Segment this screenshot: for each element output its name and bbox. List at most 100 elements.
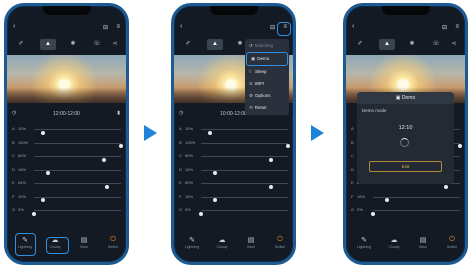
edit-icon[interactable]: ✐	[180, 39, 196, 50]
save-icon[interactable]: ⊟	[103, 24, 108, 31]
menu-item-sleep[interactable]: ☾ Sleep	[245, 66, 289, 78]
slider-knob[interactable]	[40, 198, 45, 202]
channel-row[interactable]: B 100%	[179, 139, 290, 148]
channel-row[interactable]: F 16%	[179, 193, 288, 202]
slider-knob[interactable]	[40, 130, 45, 135]
channel-slider[interactable]	[201, 129, 288, 135]
tab-lightning[interactable]: ✎ Lightning	[182, 236, 202, 256]
person-icon[interactable]: ▲	[207, 39, 223, 50]
phone-icon[interactable]: ☏	[89, 39, 105, 50]
tab-power[interactable]: ⏻ Switch	[103, 236, 123, 256]
channel-row[interactable]: F 10%	[12, 193, 121, 202]
slider-knob[interactable]	[199, 211, 203, 216]
back-icon[interactable]: ‹	[13, 23, 15, 30]
tab-power[interactable]: ⏻ Switch	[270, 236, 290, 256]
channel-row[interactable]: A 10%	[12, 125, 121, 135]
slider-knob[interactable]	[371, 211, 375, 216]
channel-slider[interactable]	[201, 142, 290, 148]
slider-knob[interactable]	[32, 211, 36, 216]
tab-save[interactable]: ▤ Save	[74, 236, 94, 256]
slider-knob[interactable]	[268, 157, 273, 162]
sun-icon[interactable]: ✺	[404, 39, 420, 50]
save-icon: ▤	[419, 237, 427, 244]
tab-cloud[interactable]: ☁ Cloudy	[384, 236, 404, 256]
channel-row[interactable]: G 0%	[179, 206, 288, 216]
trash-icon[interactable]: ▮	[117, 110, 120, 116]
channel-slider[interactable]	[201, 156, 288, 162]
channel-row[interactable]: E84%	[12, 179, 121, 189]
channel-slider[interactable]	[201, 196, 288, 202]
channel-label: C	[179, 153, 182, 158]
slider-knob[interactable]	[212, 198, 217, 202]
menu-icon[interactable]: ≡	[116, 24, 120, 30]
menu-item-label: Options	[255, 93, 271, 98]
channel-row[interactable]: G 0%	[12, 206, 121, 216]
sun-icon[interactable]: ✺	[65, 39, 81, 50]
slider-knob[interactable]	[101, 157, 106, 162]
channel-slider[interactable]	[32, 210, 121, 216]
slider-knob[interactable]	[45, 171, 50, 175]
back-icon[interactable]: ‹	[180, 23, 182, 30]
channel-row[interactable]: B 100%	[12, 139, 123, 148]
tab-save[interactable]: ▤ Save	[413, 236, 433, 256]
channel-slider[interactable]	[34, 196, 121, 202]
edit-icon[interactable]: ✐	[352, 39, 368, 50]
phone-icon[interactable]: ☏	[428, 39, 444, 50]
save-icon[interactable]: ⊟	[270, 24, 275, 31]
menu-item-reset[interactable]: ⟲ Reset	[245, 102, 289, 114]
menu-item-options[interactable]: ⚙ Options	[245, 90, 289, 102]
cloud-icon: ☁	[218, 237, 226, 244]
channel-row[interactable]: D 16%	[179, 166, 288, 175]
channel-row[interactable]: C 80%	[12, 152, 121, 162]
channel-slider[interactable]	[201, 183, 288, 189]
channel-slider[interactable]	[34, 169, 121, 175]
slider-knob[interactable]	[268, 184, 273, 189]
channel-row[interactable]: A 10%	[179, 125, 288, 135]
time-range[interactable]: 12:00-12:00	[11, 111, 122, 117]
tab-save[interactable]: ▤ Save	[241, 236, 261, 256]
slider-knob[interactable]	[384, 198, 389, 202]
tab-power[interactable]: ⏻ Switch	[442, 236, 462, 256]
dialog-time: 12:10	[398, 125, 413, 131]
channel-row[interactable]: D 16%	[12, 166, 121, 175]
back-icon[interactable]: ‹	[352, 23, 354, 30]
person-icon[interactable]: ▲	[40, 39, 56, 50]
save-icon[interactable]: ⊟	[442, 24, 447, 31]
channel-slider[interactable]	[34, 129, 121, 135]
channel-slider[interactable]	[201, 169, 288, 175]
slider-knob[interactable]	[119, 144, 123, 148]
slider-knob[interactable]	[207, 130, 212, 135]
channel-slider[interactable]	[373, 196, 460, 202]
exit-button[interactable]: Exit	[369, 161, 442, 172]
menu-item-matching[interactable]: ↺ Matching	[245, 40, 289, 52]
share-icon[interactable]: ⋖	[107, 39, 123, 50]
menu-item-demo[interactable]: ▣ Demo	[246, 52, 288, 66]
tab-lightning[interactable]: ✎ Lightning	[354, 236, 374, 256]
lightning-icon: ✎	[189, 237, 195, 244]
slider-knob[interactable]	[212, 171, 217, 175]
channel-row[interactable]: F 16%	[351, 193, 460, 202]
person-icon[interactable]: ▲	[379, 39, 395, 50]
channel-row[interactable]: E 80%	[179, 179, 288, 189]
slider-knob[interactable]	[105, 184, 110, 189]
tab-label: Lightning	[356, 245, 372, 249]
share-icon[interactable]: ⋖	[446, 39, 462, 50]
menu-item-wifi[interactable]: ≋ WIFI	[245, 78, 289, 90]
channel-row[interactable]: C 80%	[179, 152, 288, 162]
menu-item-label: Reset	[254, 105, 267, 110]
channel-row[interactable]: G 0%	[351, 206, 460, 216]
slider-knob[interactable]	[458, 144, 462, 148]
save-icon: ▤	[80, 237, 88, 244]
channel-slider[interactable]	[34, 156, 121, 162]
channel-label: E	[179, 180, 182, 185]
channel-slider[interactable]	[34, 183, 121, 189]
channel-slider[interactable]	[199, 210, 288, 216]
channel-label: D	[179, 166, 182, 172]
channel-slider[interactable]	[34, 142, 123, 148]
slider-knob[interactable]	[444, 184, 449, 189]
menu-icon[interactable]: ≡	[455, 24, 459, 30]
edit-icon[interactable]: ✐	[13, 39, 29, 50]
channel-slider[interactable]	[371, 210, 460, 216]
slider-knob[interactable]	[286, 144, 290, 148]
tab-cloud[interactable]: ☁ Cloudy	[212, 236, 232, 256]
